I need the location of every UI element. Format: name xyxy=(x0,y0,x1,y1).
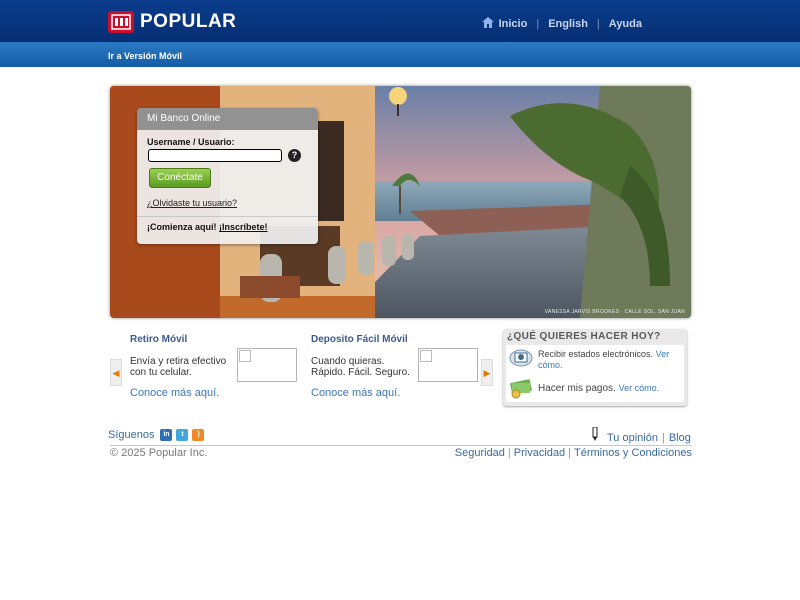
quick-item-statements: Recibir estados electrónicos. Ver cómo. xyxy=(538,349,680,371)
signup-link[interactable]: ¡Inscríbete! xyxy=(219,222,268,232)
help-icon[interactable]: ? xyxy=(288,149,301,162)
nav-home-link[interactable]: Inicio xyxy=(499,18,528,30)
login-divider xyxy=(137,216,318,217)
sub-header: Ir a Versión Móvil xyxy=(0,42,800,67)
quick-item-text: Hacer mis pagos. xyxy=(538,383,616,394)
pen-icon xyxy=(591,426,599,444)
carousel-prev-button[interactable]: ◀ xyxy=(110,359,122,386)
forgot-username-link[interactable]: ¿Olvidaste tu usuario? xyxy=(147,198,237,208)
feedback-row: Tu opinión | Blog xyxy=(591,426,691,444)
rss-icon[interactable]: ) xyxy=(192,429,205,441)
footer-separator: | xyxy=(568,447,571,459)
promo-description: Cuando quieras. Rápido. Fácil. Seguro. xyxy=(311,356,410,378)
statement-icon xyxy=(509,348,533,371)
broken-image-icon xyxy=(239,350,251,362)
broken-image-icon xyxy=(420,350,432,362)
signup-prefix: ¡Comienza aquí! xyxy=(147,222,217,232)
photo-credit: VANESSA JARVIS BROOKES · CALLE SOL, SAN … xyxy=(544,309,685,315)
quick-item-payments: Hacer mis pagos. Ver cómo. xyxy=(538,383,659,394)
footer-separator: | xyxy=(661,432,665,444)
carousel-next-button[interactable]: ▶ xyxy=(481,359,493,386)
top-header: POPULAR Inicio | English | Ayuda xyxy=(0,0,800,42)
connect-button[interactable]: Conéctate xyxy=(149,168,211,188)
username-label: Username / Usuario: xyxy=(147,137,235,147)
payments-icon xyxy=(509,377,533,402)
copyright: © 2025 Popular Inc. xyxy=(110,447,208,459)
promo-learn-more-link[interactable]: Conoce más aquí. xyxy=(130,387,219,399)
quick-actions-title: ¿QUÉ QUIERES HACER HOY? xyxy=(507,331,661,342)
follow-us-label: Síguenos xyxy=(108,429,155,441)
feedback-link[interactable]: Tu opinión xyxy=(607,432,658,444)
promo-image[interactable] xyxy=(418,348,478,382)
promo-title[interactable]: Retiro Móvil xyxy=(130,334,187,345)
home-icon[interactable] xyxy=(481,17,494,31)
quick-actions-box: ¿QUÉ QUIERES HACER HOY? Recibir estados … xyxy=(503,329,687,406)
promo-learn-more-link[interactable]: Conoce más aquí. xyxy=(311,387,400,399)
security-link[interactable]: Seguridad xyxy=(455,447,505,459)
login-panel-title: Mi Banco Online xyxy=(137,108,318,130)
terms-link[interactable]: Términos y Condiciones xyxy=(574,447,692,459)
quick-item-text: Recibir estados electrónicos. xyxy=(538,349,654,359)
blog-link[interactable]: Blog xyxy=(669,432,691,444)
mobile-version-link[interactable]: Ir a Versión Móvil xyxy=(108,51,182,61)
username-input[interactable] xyxy=(148,149,282,162)
nav-separator: | xyxy=(536,18,540,30)
linkedin-icon[interactable]: in xyxy=(160,429,173,441)
twitter-icon[interactable]: t xyxy=(176,429,189,441)
login-panel: Mi Banco Online Username / Usuario: ? Co… xyxy=(137,108,318,244)
promo-title[interactable]: Deposito Fácil Móvil xyxy=(311,334,408,345)
footer-separator: | xyxy=(507,447,511,459)
brand-name: POPULAR xyxy=(140,11,237,32)
popular-logo-icon xyxy=(108,11,134,33)
legal-links: Seguridad | Privacidad | Términos y Condicio… xyxy=(455,447,692,459)
quick-item-link[interactable]: Ver cómo. xyxy=(619,383,660,393)
nav-separator: | xyxy=(596,18,600,30)
privacy-link[interactable]: Privacidad xyxy=(514,447,565,459)
top-nav: Inicio | English | Ayuda xyxy=(481,17,642,31)
promo-description: Envía y retira efectivo con tu celular. xyxy=(130,356,227,378)
nav-help-link[interactable]: Ayuda xyxy=(609,18,642,30)
signup-row: ¡Comienza aquí! ¡Inscríbete! xyxy=(147,222,268,232)
promo-image[interactable] xyxy=(237,348,297,382)
nav-english-link[interactable]: English xyxy=(548,18,588,30)
social-row: Síguenos in t ) xyxy=(108,429,205,441)
quick-actions-list: Recibir estados electrónicos. Ver cómo. … xyxy=(506,345,684,402)
popular-logo[interactable]: POPULAR xyxy=(108,11,236,33)
footer-divider xyxy=(110,445,692,446)
